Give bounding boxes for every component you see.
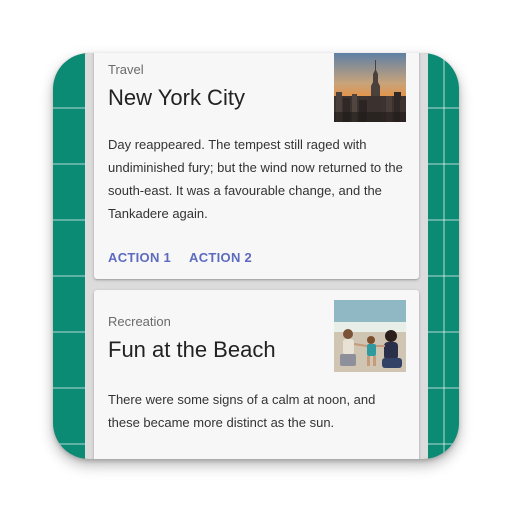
new-york-skyline-image bbox=[334, 53, 406, 122]
card-body-text: There were some signs of a calm at noon,… bbox=[108, 392, 376, 430]
action-2-button[interactable]: ACTION 2 bbox=[189, 250, 252, 265]
card-category: Travel bbox=[108, 62, 144, 77]
action-1-button[interactable]: ACTION 1 bbox=[108, 250, 171, 265]
card-new-york-city: Travel New York City Day reappeared. The… bbox=[94, 53, 419, 279]
card-list: Travel New York City Day reappeared. The… bbox=[85, 53, 428, 459]
card-fun-at-the-beach: Recreation Fun at the Beach There were s… bbox=[94, 290, 419, 459]
launcher-icon-canvas: Travel New York City Day reappeared. The… bbox=[0, 0, 512, 512]
card-category: Recreation bbox=[108, 314, 171, 329]
card-body-text: Day reappeared. The tempest still raged … bbox=[108, 137, 403, 221]
card-title: New York City bbox=[108, 85, 245, 110]
app-icon[interactable]: Travel New York City Day reappeared. The… bbox=[53, 53, 459, 459]
beach-family-image bbox=[334, 300, 406, 372]
card-title: Fun at the Beach bbox=[108, 337, 276, 362]
